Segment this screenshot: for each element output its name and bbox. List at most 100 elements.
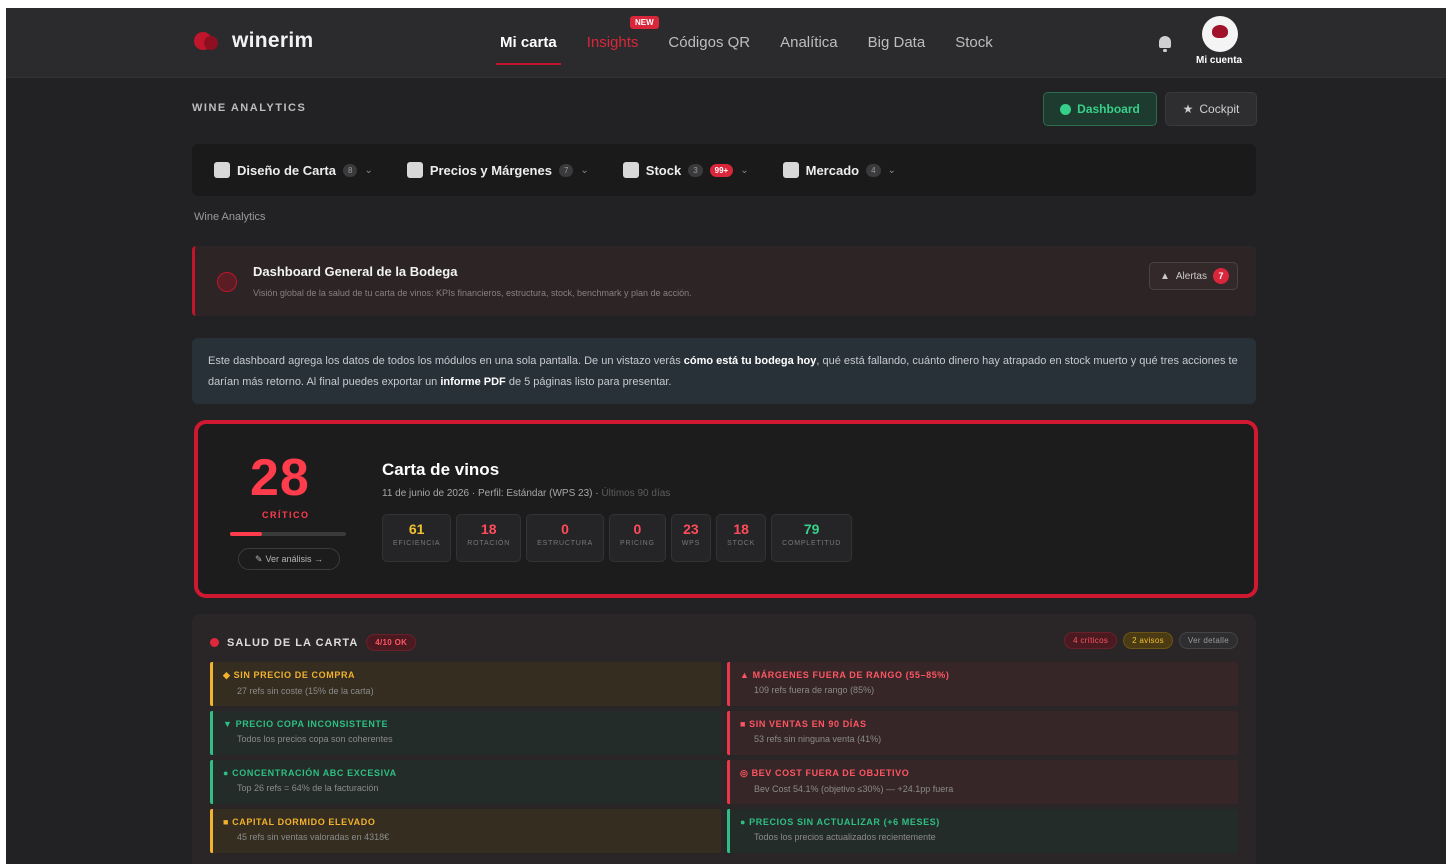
- health-check-title-text: MÁRGENES FUERA DE RANGO (55–85%): [752, 670, 950, 680]
- nav-item-insights[interactable]: Insights: [587, 34, 639, 51]
- page-subtitle: Visión global de la salud de tu carta de…: [253, 288, 692, 298]
- health-check-title-text: SIN PRECIO DE COMPRA: [233, 670, 356, 680]
- count-badge: 8: [342, 163, 358, 177]
- subnav-precios-y-margenes[interactable]: Precios y Márgenes 7 ⌄: [406, 162, 589, 178]
- health-check-title: ◎ BEV COST FUERA DE OBJETIVO: [740, 768, 1238, 779]
- nav-item-codigos-qr[interactable]: Códigos QR: [668, 34, 750, 51]
- health-check-title: ◆ SIN PRECIO DE COMPRA: [223, 670, 721, 681]
- metric-value: 18: [733, 521, 749, 537]
- health-check-description: 27 refs sin coste (15% de la carta): [237, 686, 374, 696]
- metric-stock: 18 STOCK: [716, 514, 767, 562]
- glass-icon: ▼: [223, 719, 236, 729]
- health-check-item[interactable]: ▲ MÁRGENES FUERA DE RANGO (55–85%) 109 re…: [727, 662, 1238, 706]
- chevron-down-icon: ⌄: [887, 164, 896, 176]
- metric-value: 18: [480, 521, 497, 537]
- dashboard-button-label: Dashboard: [1077, 102, 1140, 116]
- health-check-item[interactable]: ● CONCENTRACIÓN ABC EXCESIVA Top 26 refs …: [210, 760, 721, 804]
- dashboard-header-card: Dashboard General de la Bodega Visión gl…: [192, 246, 1256, 316]
- health-check-title: ■ SIN VENTAS EN 90 DÍAS: [740, 719, 1238, 729]
- nav-item-stock[interactable]: Stock: [955, 34, 993, 51]
- view-analysis-button[interactable]: ✎ Ver análisis →: [238, 548, 340, 570]
- grape-logo-icon: [192, 26, 222, 56]
- metric-value: 0: [561, 521, 569, 537]
- metric-completitud: 79 COMPLETITUD: [771, 514, 853, 562]
- nav-item-analitica[interactable]: Analítica: [780, 34, 838, 51]
- brand-name: winerim: [232, 29, 314, 52]
- metrics-row: 61 EFICIENCIA 18 ROTACIÓN 0 ESTRUCTURA 0 PRICIN…: [382, 514, 853, 562]
- alerts-label: Alertas: [1175, 270, 1207, 282]
- box-icon: ■: [223, 817, 233, 827]
- health-check-item[interactable]: ● PRECIOS SIN ACTUALIZAR (+6 MESES) Todos…: [727, 809, 1238, 853]
- metric-label: ESTRUCTURA: [537, 540, 593, 547]
- info-description: Este dashboard agrega los datos de todos…: [192, 338, 1256, 404]
- metric-pricing: 0 PRICING: [608, 514, 666, 562]
- card-subtitle-text: 11 de junio de 2026 · Perfil: Estándar (…: [382, 488, 602, 499]
- brand-logo[interactable]: winerim: [192, 26, 313, 56]
- nav-item-mi-carta[interactable]: Mi carta: [496, 34, 561, 65]
- health-check-item[interactable]: ■ SIN VENTAS EN 90 DÍAS 53 refs sin ningu…: [727, 711, 1238, 755]
- info-bold: informe PDF: [440, 376, 506, 388]
- health-title: SALUD DE LA CARTA: [227, 636, 359, 649]
- health-check-description: Todos los precios actualizados recientem…: [754, 832, 936, 842]
- health-check-item[interactable]: ▼ PRECIO COPA INCONSISTENTE Todos los pre…: [210, 711, 721, 755]
- health-check-title: ▲ MÁRGENES FUERA DE RANGO (55–85%): [740, 670, 1238, 680]
- health-check-item[interactable]: ◆ SIN PRECIO DE COMPRA 27 refs sin coste …: [210, 662, 721, 706]
- metric-value: 79: [803, 521, 820, 537]
- status-pill: 4/10 OK: [366, 634, 417, 651]
- health-filters: 4 críticos 2 avisos Ver detalle: [1064, 632, 1238, 649]
- health-check-title-text: CONCENTRACIÓN ABC EXCESIVA: [232, 768, 397, 778]
- score-level: CRÍTICO: [262, 510, 310, 520]
- section-label: WINE ANALYTICS: [192, 102, 307, 114]
- design-tools-icon: [214, 162, 230, 178]
- subnav-diseno-de-carta[interactable]: Diseño de Carta 8 ⌄: [214, 162, 373, 178]
- health-check-description: Todos los precios copa son coherentes: [237, 734, 393, 744]
- health-panel: SALUD DE LA CARTA 4/10 OK 4 críticos 2 a…: [192, 614, 1256, 864]
- metric-wps: 23 WPS: [670, 514, 712, 562]
- tag-icon: ◆: [223, 670, 234, 680]
- view-detail-button[interactable]: Ver detalle: [1178, 632, 1238, 649]
- top-navigation-bar: winerim Mi carta Insights Códigos QR Ana…: [6, 8, 1446, 78]
- metric-value: 23: [683, 521, 699, 537]
- target-icon: ◎: [740, 768, 752, 778]
- score-progress-bar: [230, 532, 346, 536]
- boxes-icon: [622, 162, 639, 178]
- health-check-title: ▼ PRECIO COPA INCONSISTENTE: [223, 719, 721, 729]
- info-bold: cómo está tu bodega hoy: [683, 355, 817, 367]
- cockpit-button-label: Cockpit: [1199, 102, 1240, 116]
- health-check-title: ■ CAPITAL DORMIDO ELEVADO: [223, 817, 721, 827]
- subnav-stock[interactable]: Stock 3 99+ ⌄: [622, 162, 749, 178]
- market-icon: [782, 162, 799, 178]
- metric-label: PRICING: [619, 540, 655, 547]
- dashboard-button[interactable]: Dashboard: [1043, 92, 1157, 126]
- period-label: Últimos 90 días: [601, 488, 671, 499]
- score-card: 28 CRÍTICO ✎ Ver análisis → Carta de vin…: [194, 420, 1258, 598]
- health-check-item[interactable]: ◎ BEV COST FUERA DE OBJETIVO Bev Cost 54.…: [727, 760, 1238, 804]
- breadcrumb[interactable]: Wine Analytics: [194, 211, 266, 223]
- nav-item-big-data[interactable]: Big Data: [868, 34, 926, 51]
- health-check-description: 53 refs sin ninguna venta (41%): [754, 734, 882, 744]
- dashboard-icon: [1060, 103, 1072, 115]
- health-check-title: ● CONCENTRACIÓN ABC EXCESIVA: [223, 768, 721, 778]
- hot-badge: 99+: [709, 163, 734, 177]
- warnings-pill[interactable]: 2 avisos: [1123, 632, 1173, 649]
- health-checks-grid: ◆ SIN PRECIO DE COMPRA 27 refs sin coste …: [210, 662, 1238, 853]
- app-window: winerim Mi carta Insights Códigos QR Ana…: [6, 8, 1446, 864]
- bell-icon[interactable]: [1158, 36, 1172, 52]
- health-check-item[interactable]: ■ CAPITAL DORMIDO ELEVADO 45 refs sin ven…: [210, 809, 721, 853]
- status-dot-icon: [210, 638, 219, 647]
- account-label[interactable]: Mi cuenta: [1196, 55, 1242, 66]
- check-circle-icon: ●: [740, 817, 750, 827]
- metric-value: 61: [408, 521, 425, 537]
- metric-label: COMPLETITUD: [782, 540, 842, 547]
- critical-pill[interactable]: 4 críticos: [1064, 632, 1118, 649]
- chevron-down-icon: ⌄: [364, 164, 373, 176]
- avatar[interactable]: [1202, 16, 1238, 52]
- star-icon: ★: [1182, 102, 1194, 116]
- health-check-title: ● PRECIOS SIN ACTUALIZAR (+6 MESES): [740, 817, 1238, 827]
- alerts-button[interactable]: ▲ Alertas 7: [1148, 262, 1238, 290]
- metric-label: EFICIENCIA: [393, 540, 441, 547]
- card-title: Carta de vinos: [382, 460, 500, 479]
- health-check-title-text: PRECIOS SIN ACTUALIZAR (+6 MESES): [749, 817, 940, 827]
- subnav-mercado[interactable]: Mercado 4 ⌄: [782, 162, 896, 178]
- cockpit-button[interactable]: ★ Cockpit: [1165, 92, 1257, 126]
